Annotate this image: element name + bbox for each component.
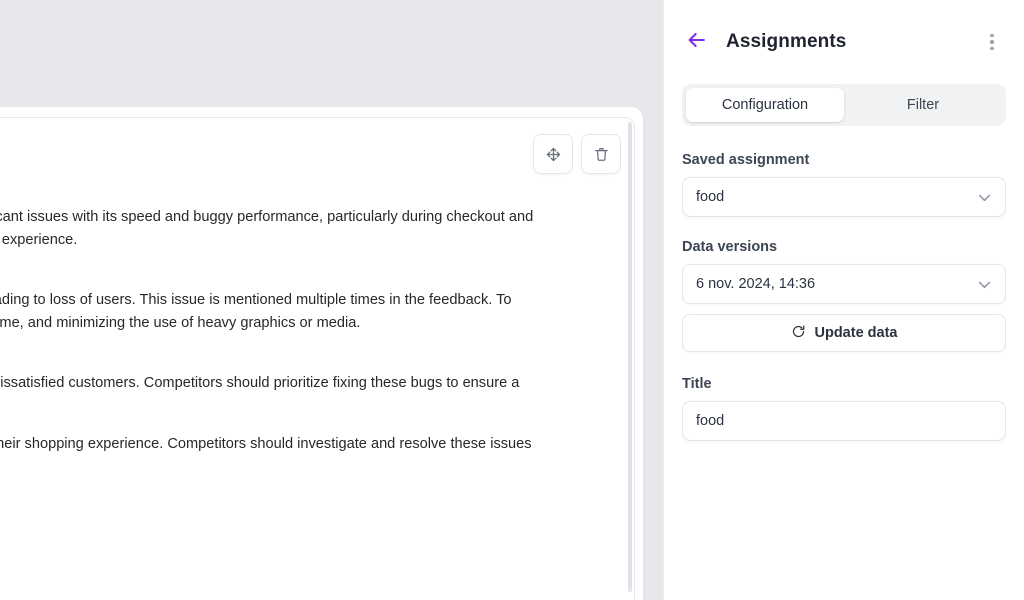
- tab-filter[interactable]: Filter: [844, 88, 1002, 122]
- more-options-button[interactable]: [980, 29, 1004, 55]
- tab-configuration[interactable]: Configuration: [686, 88, 844, 122]
- kebab-dot: [990, 33, 994, 38]
- trash-icon: [593, 146, 610, 163]
- update-data-label: Update data: [814, 325, 898, 341]
- chevron-down-icon: [975, 275, 994, 294]
- chevron-down-icon: [975, 188, 994, 207]
- saved-assignment-select[interactable]: food: [682, 177, 1006, 217]
- block-toolbar: [533, 134, 621, 174]
- data-versions-label: Data versions: [682, 239, 778, 255]
- document-block[interactable]: re significant issues with its speed and…: [0, 117, 635, 600]
- document-canvas: re significant issues with its speed and…: [0, 0, 663, 600]
- back-button[interactable]: [684, 29, 710, 55]
- page-title: Assignments: [726, 31, 847, 52]
- document-text-body: re significant issues with its speed and…: [0, 206, 631, 455]
- delete-block-button[interactable]: [581, 134, 621, 174]
- document-paragraph: ntially leading to loss of users. This i…: [0, 292, 512, 331]
- document-scrollbar[interactable]: [628, 122, 632, 600]
- panel-tabs: Configuration Filter: [682, 84, 1006, 126]
- kebab-dot: [990, 40, 994, 44]
- assignments-panel: Assignments Configuration Filter Saved a…: [663, 0, 1024, 600]
- data-versions-select[interactable]: 6 nov. 2024, 14:36: [682, 264, 1006, 304]
- document-paragraph: les and dissatisfied customers. Competit…: [0, 375, 520, 391]
- data-versions-value: 6 nov. 2024, 14:36: [696, 276, 816, 292]
- title-input[interactable]: [682, 401, 1006, 441]
- panel-header: Assignments: [682, 0, 1006, 84]
- arrow-left-icon: [686, 29, 708, 56]
- document-scrollbar-thumb[interactable]: [628, 122, 632, 592]
- document-paragraph: re significant issues with its speed and…: [0, 209, 534, 248]
- kebab-dot: [990, 46, 994, 51]
- update-data-button[interactable]: Update data: [682, 314, 1006, 352]
- move-icon: [545, 146, 562, 163]
- saved-assignment-value: food: [696, 189, 725, 205]
- move-block-button[interactable]: [533, 134, 573, 174]
- title-label: Title: [682, 376, 712, 392]
- refresh-icon: [791, 324, 806, 343]
- saved-assignment-label: Saved assignment: [682, 152, 810, 168]
- app-root: re significant issues with its speed and…: [0, 0, 1024, 600]
- document-paragraph: impact their shopping experience. Compet…: [0, 435, 532, 452]
